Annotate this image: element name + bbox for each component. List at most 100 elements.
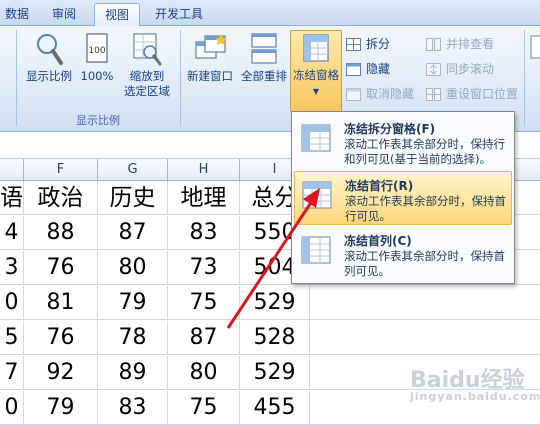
table-row: 5 76 78 87 528	[0, 321, 540, 355]
cell[interactable]: 78	[98, 321, 168, 355]
unhide-label: 取消隐藏	[366, 87, 415, 101]
side-by-side-icon	[426, 38, 441, 51]
cell[interactable]: 80	[98, 251, 168, 285]
zoom-selection-button[interactable]: 缩放到 选定区域	[118, 30, 176, 108]
cell[interactable]: 76	[24, 321, 98, 355]
group-separator	[180, 30, 181, 126]
menu-item-title: 冻结拆分窗格(F)	[344, 122, 436, 136]
zoom-100-label: 100%	[80, 69, 114, 83]
cell[interactable]: 529	[240, 356, 310, 390]
zoom-group-label: 显示比例	[76, 114, 120, 127]
menu-item-title: 冻结首列(C)	[344, 234, 412, 248]
cell[interactable]: 7	[0, 356, 24, 390]
unhide-window-icon	[346, 88, 361, 101]
cell[interactable]: 528	[240, 321, 310, 355]
chevron-down-icon: ▼	[312, 87, 320, 96]
column-header[interactable]	[0, 159, 24, 181]
cell[interactable]: 89	[98, 356, 168, 390]
hide-button[interactable]: 隐藏	[344, 59, 390, 80]
cell[interactable]: 0	[0, 286, 24, 320]
cell[interactable]: 政治	[24, 181, 98, 215]
arrange-all-icon	[251, 33, 277, 64]
menu-item-description: 滚动工作表其余部分时，保持首行可见。	[345, 194, 506, 223]
magnifier-icon	[37, 34, 63, 65]
freeze-panes-button[interactable]: 冻结窗格 ▼	[290, 30, 342, 112]
menu-item-freeze-panes[interactable]: 冻结拆分窗格(F) 滚动工作表其余部分时，保持行和列可见(基于当前的选择)。	[294, 115, 512, 169]
cell[interactable]: 76	[24, 251, 98, 285]
reset-position-icon	[426, 88, 441, 101]
freeze-top-row-icon	[302, 181, 332, 209]
ribbon-tab-bar: 数据 审阅 视图 开发工具	[0, 0, 540, 27]
sync-scroll-icon	[426, 63, 441, 76]
freeze-panes-icon	[303, 34, 329, 62]
freeze-first-column-icon	[301, 236, 331, 264]
sync-scroll-button[interactable]: 同步滚动	[424, 59, 494, 80]
cell[interactable]: 5	[0, 321, 24, 355]
watermark: Baidu经验 jingyan.baidu.com	[410, 362, 540, 403]
group-separator	[524, 30, 525, 126]
cell[interactable]: 0	[0, 391, 24, 425]
hide-label: 隐藏	[366, 62, 391, 76]
cell[interactable]: 80	[168, 356, 240, 390]
reset-position-label: 重设窗口位置	[446, 87, 519, 101]
cell[interactable]: 87	[98, 216, 168, 250]
sync-scroll-label: 同步滚动	[446, 62, 495, 76]
cell[interactable]: 529	[240, 286, 310, 320]
menu-item-freeze-top-row[interactable]: 冻结首行(R) 滚动工作表其余部分时，保持首行可见。	[294, 171, 512, 225]
zoom-label: 显示比例	[26, 69, 72, 83]
cell[interactable]: 455	[240, 391, 310, 425]
zoom-selection-line2: 选定区域	[124, 84, 170, 98]
tab-review[interactable]: 审阅	[44, 3, 84, 26]
workspace-icon	[530, 35, 540, 59]
side-by-side-button[interactable]: 并排查看	[424, 34, 494, 55]
cell[interactable]: 4	[0, 216, 24, 250]
new-window-icon	[195, 34, 227, 59]
freeze-panes-menu: 冻结拆分窗格(F) 滚动工作表其余部分时，保持行和列可见(基于当前的选择)。 冻…	[291, 111, 515, 284]
cell[interactable]: 3	[0, 251, 24, 285]
cell[interactable]: 83	[98, 391, 168, 425]
tab-view[interactable]: 视图	[94, 3, 140, 27]
reset-position-button[interactable]: 重设窗口位置	[424, 84, 518, 105]
split-button[interactable]: 拆分	[344, 34, 390, 55]
cell[interactable]: 语	[0, 181, 24, 215]
cell[interactable]: 75	[168, 286, 240, 320]
workspace-button[interactable]	[528, 30, 540, 108]
menu-item-title: 冻结首行(R)	[345, 179, 414, 193]
column-header-f[interactable]: F	[24, 159, 98, 181]
hide-window-icon	[346, 63, 361, 76]
arrange-all-button[interactable]: 全部重排	[238, 30, 290, 108]
side-by-side-label: 并排查看	[446, 37, 495, 51]
split-label: 拆分	[366, 37, 391, 51]
cell[interactable]: 79	[98, 286, 168, 320]
cell[interactable]: 83	[168, 216, 240, 250]
cell[interactable]: 81	[24, 286, 98, 320]
table-row: 0 81 79 75 529	[0, 286, 540, 320]
new-window-button[interactable]: 新建窗口	[183, 30, 237, 108]
menu-item-description: 滚动工作表其余部分时，保持首列可见。	[344, 249, 505, 278]
cell[interactable]: 历史	[98, 181, 168, 215]
tab-data[interactable]: 数据	[0, 3, 34, 26]
column-header-g[interactable]: G	[98, 159, 168, 181]
watermark-subtext: jingyan.baidu.com	[410, 390, 540, 403]
column-header-h[interactable]: H	[168, 159, 240, 181]
cell[interactable]: 地理	[168, 181, 240, 215]
page-100-icon: 100	[86, 33, 108, 63]
freeze-panes-label: 冻结窗格	[293, 68, 339, 82]
arrange-all-label: 全部重排	[241, 69, 287, 83]
menu-item-description: 滚动工作表其余部分时，保持行和列可见(基于当前的选择)。	[344, 137, 505, 166]
new-window-label: 新建窗口	[187, 69, 233, 83]
svg-text:100: 100	[88, 46, 105, 56]
zoom-100-button[interactable]: 100 100%	[79, 30, 115, 108]
zoom-button[interactable]: 显示比例	[22, 30, 76, 108]
cell[interactable]: 73	[168, 251, 240, 285]
zoom-selection-line1: 缩放到	[129, 69, 165, 83]
cell[interactable]: 88	[24, 216, 98, 250]
split-icon	[346, 38, 361, 51]
unhide-button[interactable]: 取消隐藏	[344, 84, 414, 105]
cell[interactable]: 87	[168, 321, 240, 355]
cell[interactable]: 75	[168, 391, 240, 425]
cell[interactable]: 79	[24, 391, 98, 425]
cell[interactable]: 92	[24, 356, 98, 390]
menu-item-freeze-first-column[interactable]: 冻结首列(C) 滚动工作表其余部分时，保持首列可见。	[294, 227, 512, 281]
tab-developer[interactable]: 开发工具	[146, 3, 212, 26]
